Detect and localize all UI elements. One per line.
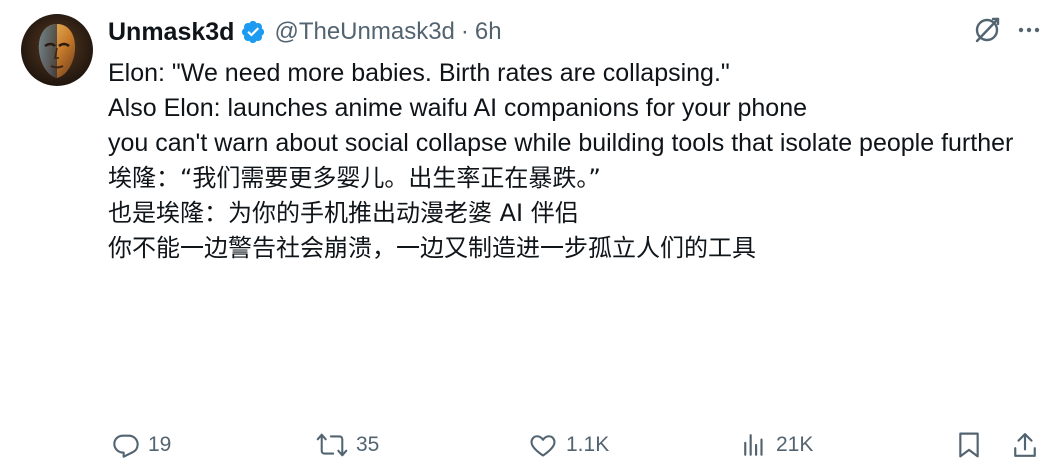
tweet-text-line-zh: 也是埃隆：为你的手机推出动漫老婆 AI 伴侣 bbox=[108, 199, 579, 227]
bookmark-button[interactable] bbox=[956, 424, 982, 466]
views-button[interactable]: 21K bbox=[742, 424, 813, 466]
reply-button[interactable]: 19 bbox=[112, 424, 171, 466]
views-count: 21K bbox=[776, 433, 814, 456]
tweet-actions: 19 35 1.1K 21K bbox=[108, 424, 1048, 466]
tweet-text-line: you can't warn about social collapse whi… bbox=[108, 129, 1014, 157]
share-button[interactable] bbox=[1012, 424, 1038, 466]
tweet-text-line-zh: 你不能一边警告社会崩溃，一边又制造进一步孤立人们的工具 bbox=[108, 234, 756, 262]
repost-icon bbox=[316, 433, 348, 457]
views-icon bbox=[744, 434, 763, 456]
repost-button[interactable]: 35 bbox=[316, 424, 379, 466]
tweet-text-line-zh: 埃隆：“我们需要更多婴儿。出生率正在暴跌。” bbox=[108, 164, 601, 192]
avatar[interactable] bbox=[21, 14, 93, 86]
tweet-header: Unmask3d @TheUnmask3d · 6h bbox=[108, 14, 502, 50]
avatar-image bbox=[21, 14, 93, 86]
repost-count: 35 bbox=[356, 433, 380, 456]
share-icon bbox=[1014, 433, 1036, 457]
grok-icon[interactable] bbox=[972, 15, 1002, 50]
timestamp[interactable]: 6h bbox=[475, 18, 502, 46]
reply-count: 19 bbox=[148, 433, 172, 456]
verified-badge-icon bbox=[240, 19, 266, 45]
like-count: 1.1K bbox=[566, 433, 610, 456]
like-icon bbox=[530, 435, 556, 457]
separator-dot: · bbox=[460, 18, 469, 45]
bookmark-icon bbox=[959, 432, 979, 458]
more-icon[interactable] bbox=[1016, 17, 1042, 48]
author-display-name[interactable]: Unmask3d bbox=[108, 18, 234, 47]
tweet-text-line: Elon: "We need more babies. Birth rates … bbox=[108, 59, 730, 87]
tweet-text: Elon: "We need more babies. Birth rates … bbox=[108, 56, 1048, 266]
reply-icon bbox=[113, 434, 139, 458]
like-button[interactable]: 1.1K bbox=[528, 424, 609, 466]
tweet-text-line: Also Elon: launches anime waifu AI compa… bbox=[108, 94, 808, 122]
tweet: Unmask3d @TheUnmask3d · 6h Elon: "We nee… bbox=[0, 0, 1064, 474]
header-actions bbox=[972, 14, 1042, 50]
author-handle[interactable]: @TheUnmask3d bbox=[274, 18, 454, 46]
